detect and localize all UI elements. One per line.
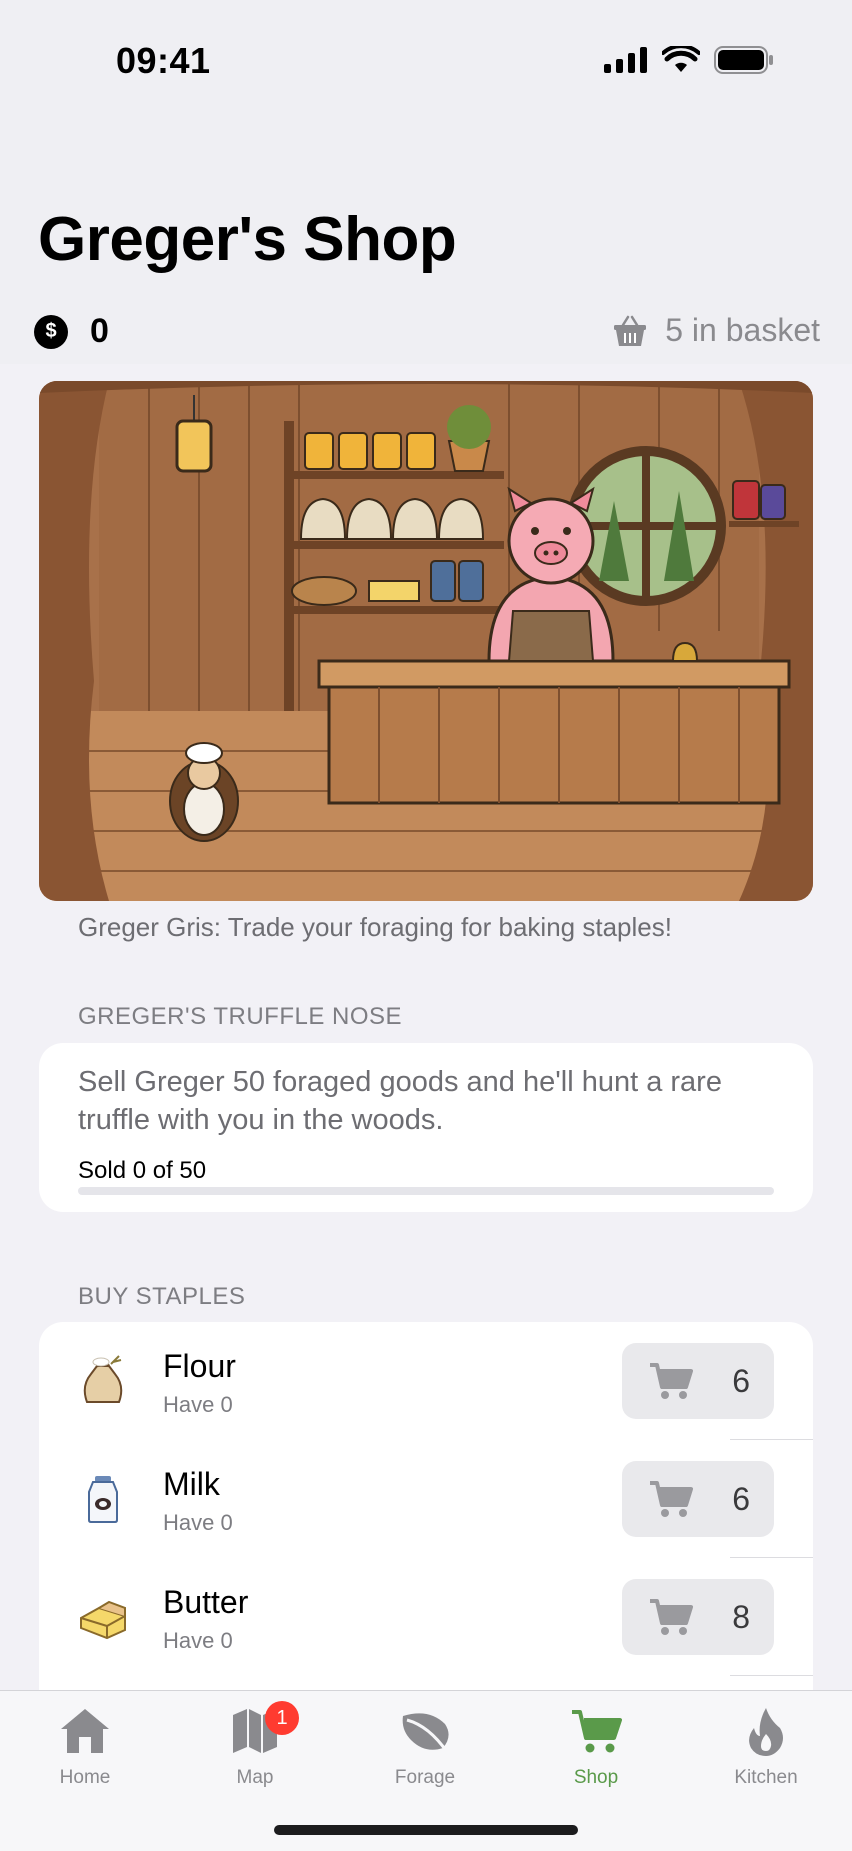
tab-forage[interactable]: Forage (365, 1703, 485, 1789)
tab-home[interactable]: Home (25, 1703, 145, 1789)
tab-shop[interactable]: Shop (536, 1703, 656, 1789)
status-icons (604, 46, 774, 74)
basket-count: 5 in basket (665, 312, 820, 348)
cart-icon (650, 1363, 693, 1399)
staples-section-title: BUY STAPLES (78, 1283, 246, 1310)
coin-balance: $ 0 (34, 312, 109, 351)
tab-map[interactable]: 1 Map (195, 1701, 315, 1789)
battery-icon (714, 46, 773, 74)
butter-icon (80, 1600, 126, 1640)
item-name: Butter (163, 1584, 249, 1620)
cellular-signal-icon (604, 47, 647, 73)
basket-summary[interactable]: 5 in basket (613, 312, 820, 349)
map-notification-badge: 1 (265, 1701, 299, 1735)
cart-icon (572, 1710, 622, 1753)
staples-list: Flour Have 0 6 Milk Have 0 6 Butter Have… (39, 1322, 813, 1742)
tab-kitchen[interactable]: Kitchen (706, 1703, 826, 1789)
item-price: 6 (732, 1480, 750, 1517)
tab-label: Forage (394, 1767, 456, 1788)
list-item-milk: Milk Have 0 6 (39, 1440, 813, 1558)
item-have-count: Have 0 (163, 1510, 233, 1535)
item-name: Flour (163, 1348, 236, 1384)
home-indicator (274, 1825, 578, 1835)
tab-label: Map (236, 1767, 274, 1788)
shop-illustration (39, 381, 813, 901)
coin-icon: $ (34, 314, 68, 349)
buy-flour-button[interactable]: 6 (622, 1343, 774, 1419)
item-name: Milk (163, 1466, 220, 1502)
item-price: 6 (732, 1362, 750, 1399)
status-time: 09:41 (116, 40, 211, 81)
sold-progress-bar (78, 1187, 774, 1195)
coin-count: 0 (90, 312, 109, 350)
leaf-icon (402, 1713, 449, 1753)
flour-sack-icon (83, 1355, 123, 1403)
cart-icon (650, 1599, 693, 1635)
list-item-flour: Flour Have 0 6 (39, 1322, 813, 1440)
wifi-icon (662, 46, 700, 72)
basket-icon (614, 315, 647, 346)
milk-bottle-icon (88, 1476, 118, 1523)
tab-label: Home (59, 1767, 111, 1788)
buy-milk-button[interactable]: 6 (622, 1461, 774, 1537)
list-item-butter: Butter Have 0 8 (39, 1558, 813, 1676)
page-title: Greger's Shop (38, 205, 457, 274)
item-have-count: Have 0 (163, 1628, 233, 1653)
sold-progress-label: Sold 0 of 50 (78, 1157, 207, 1184)
truffle-card: Sell Greger 50 foraged goods and he'll h… (39, 1043, 813, 1212)
truffle-section-title: GREGER'S TRUFFLE NOSE (78, 1003, 403, 1030)
house-icon (61, 1709, 109, 1753)
item-have-count: Have 0 (163, 1392, 233, 1417)
truffle-description: Sell Greger 50 foraged goods and he'll h… (78, 1066, 722, 1136)
flame-icon (749, 1708, 783, 1756)
tab-label: Shop (573, 1767, 619, 1788)
row-divider (730, 1675, 813, 1676)
tab-label: Kitchen (734, 1767, 798, 1788)
scene-caption: Greger Gris: Trade your foraging for bak… (78, 912, 672, 942)
buy-butter-button[interactable]: 8 (622, 1579, 774, 1655)
status-bar: 09:41 (0, 0, 852, 130)
item-price: 8 (732, 1598, 750, 1635)
cart-icon (650, 1481, 693, 1517)
